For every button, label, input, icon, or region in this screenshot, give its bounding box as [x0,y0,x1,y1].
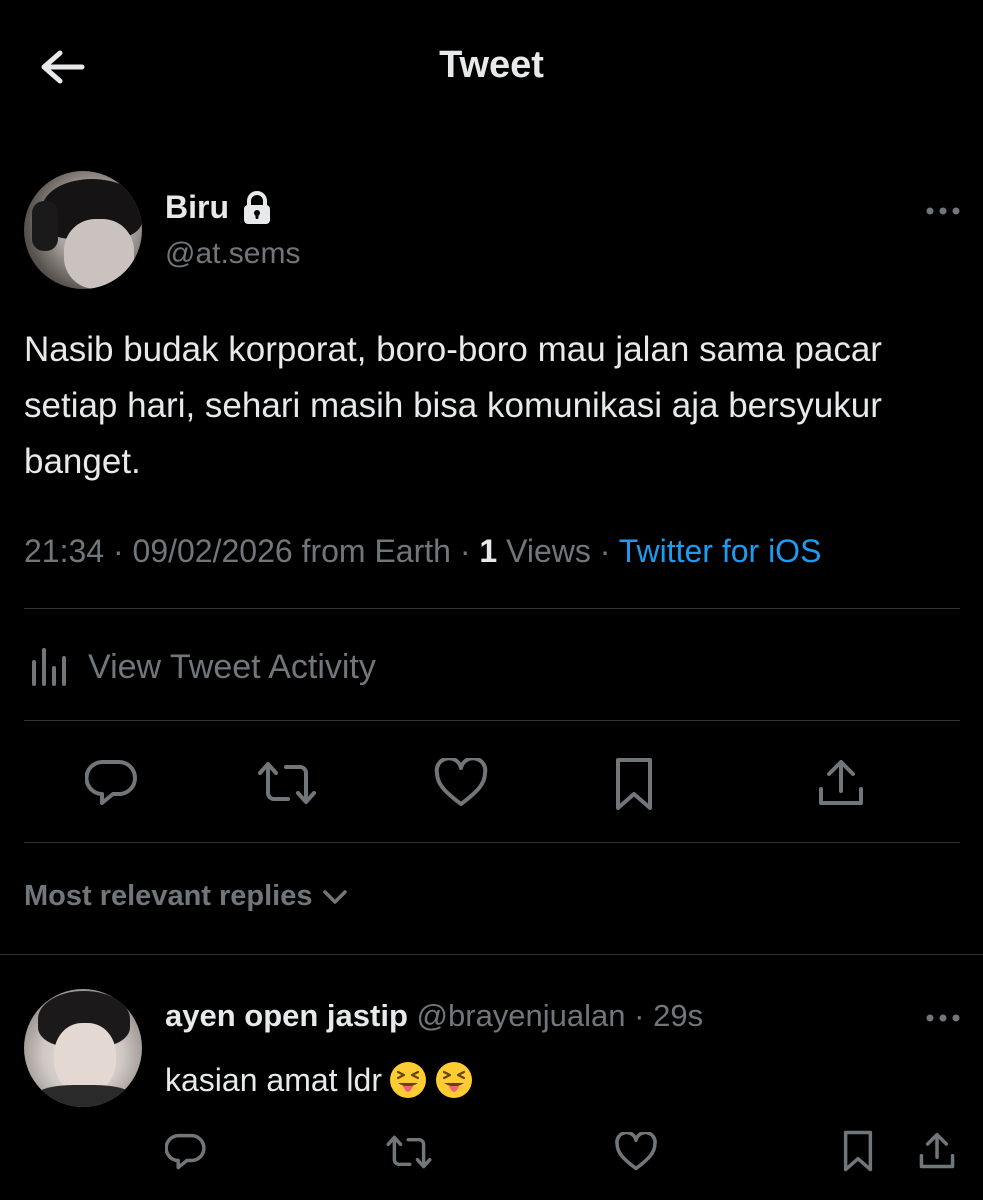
reply-author-handle[interactable]: @brayenjualan [417,998,626,1033]
like-button[interactable] [432,755,490,811]
separator: · [104,533,133,569]
chevron-down-icon [322,889,347,904]
divider [24,720,960,721]
separator: · [625,998,654,1033]
tweet-more-button[interactable] [923,201,963,221]
retweet-button[interactable] [256,755,318,811]
heart-icon [615,1132,657,1171]
activity-label: View Tweet Activity [88,647,376,686]
reply-icon [165,1133,206,1170]
tweet-meta: 21:34 · 09/02/2026 from Earth · 1 Views … [24,533,821,570]
squinting-tongue-emoji-icon [435,1062,472,1098]
author-name: Biru [165,189,229,225]
reply-like-button[interactable] [613,1130,659,1174]
reply-reply-button[interactable] [164,1130,208,1174]
tweet-source-link[interactable]: Twitter for iOS [619,533,822,569]
reply-avatar[interactable] [24,989,142,1107]
reply-icon [85,759,137,805]
reply-text-row: kasian amat ldr [165,1060,474,1100]
more-horizontal-icon [926,207,960,215]
replies-sort-dropdown[interactable]: Most relevant replies [24,880,349,913]
retweet-icon [258,762,316,804]
bookmark-icon [616,758,652,810]
divider [0,954,983,955]
reply-retweet-button[interactable] [384,1130,434,1174]
divider [24,842,960,843]
reply-header: ayen open jastip @brayenjualan · 29s [165,998,703,1034]
bookmark-icon [843,1130,873,1172]
author-name-row[interactable]: Biru [165,189,273,226]
author-avatar[interactable] [24,171,142,289]
reply-share-button[interactable] [914,1128,960,1174]
squinting-tongue-emoji-icon [389,1062,426,1098]
top-bar: Tweet [0,0,983,134]
reply-bookmark-button[interactable] [838,1128,878,1174]
view-tweet-activity-button[interactable]: View Tweet Activity [24,640,376,694]
reply-more-button[interactable] [923,1008,963,1028]
reply-button[interactable] [84,755,140,811]
lock-icon [244,190,270,224]
replies-sort-label: Most relevant replies [24,880,313,912]
reply-time[interactable]: 29s [653,998,703,1033]
separator: · [590,533,619,569]
retweet-icon [386,1135,432,1169]
tweet-date: 09/02/2026 from Earth [132,533,451,569]
reply-author-name[interactable]: ayen open jastip [165,998,408,1033]
bar-chart-icon [32,648,66,686]
page-title: Tweet [439,44,544,86]
tweet-text: Nasib budak korporat, boro-boro mau jala… [24,330,882,481]
more-horizontal-icon [926,1014,960,1022]
heart-icon [434,758,488,806]
share-icon [819,760,863,805]
views-label: Views [497,533,591,569]
tweet-time: 21:34 [24,533,105,569]
bookmark-button[interactable] [608,755,660,813]
share-icon [919,1132,955,1169]
author-handle: @at.sems [165,237,301,270]
views-count: 1 [479,533,498,569]
divider [24,608,960,609]
reply-text: kasian amat ldr [165,1061,382,1098]
share-button[interactable] [812,755,870,811]
separator: · [450,533,480,569]
